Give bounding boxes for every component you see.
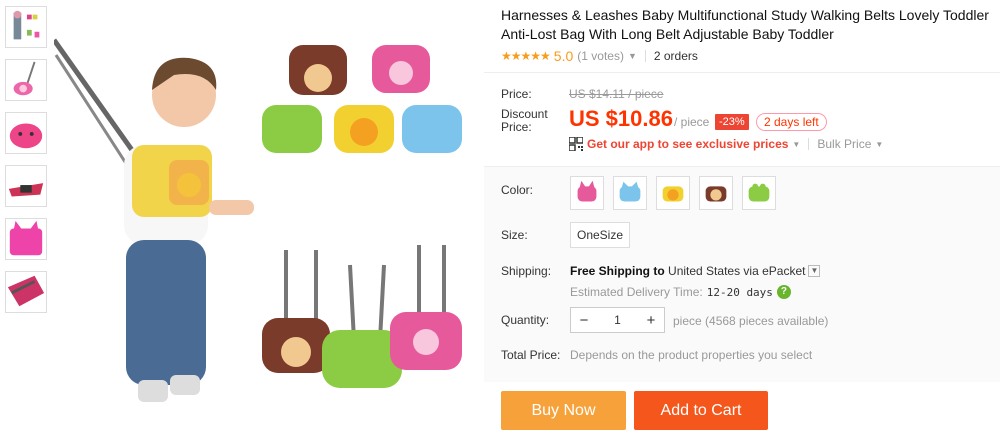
color-swatches: [570, 176, 776, 210]
pieces-available: piece (4568 pieces available): [673, 314, 829, 328]
thumbnail-list: [5, 6, 49, 324]
shipping-to-text: to: [653, 264, 665, 278]
divider: [644, 50, 646, 62]
original-price: US $14.11 / piece: [569, 87, 664, 101]
discount-label: Discount: [501, 107, 548, 121]
color-swatch-pink[interactable]: [570, 176, 604, 210]
quantity-input[interactable]: 1: [614, 313, 621, 327]
shipping-destination[interactable]: United States: [668, 264, 740, 278]
size-label: Size:: [501, 228, 528, 242]
app-promo-row: Get our app to see exclusive prices ▼ Bu…: [569, 137, 891, 151]
main-product-image: [54, 0, 484, 434]
free-shipping-text: Free Shipping: [570, 264, 651, 278]
votes-link[interactable]: (1 votes): [577, 49, 624, 63]
total-price-text: Depends on the product properties you se…: [570, 348, 813, 362]
increase-quantity-button[interactable]: +: [638, 312, 664, 329]
price-section: Price: US $14.11 / piece Discount Price:…: [484, 72, 1000, 164]
shipping-dropdown-icon[interactable]: ▼: [808, 265, 821, 277]
total-price-label: Total Price:: [501, 348, 561, 362]
quantity-label: Quantity:: [501, 313, 550, 327]
time-left-badge: 2 days left: [756, 113, 827, 131]
delivery-days: 12-20 days: [706, 285, 773, 299]
price-label: Price:: [501, 87, 532, 101]
discount-badge: -23%: [715, 114, 749, 130]
add-to-cart-button[interactable]: Add to Cart: [634, 391, 768, 430]
thumbnail-2[interactable]: [5, 59, 47, 101]
quantity-stepper: − 1 +: [570, 307, 665, 333]
shipping-carrier[interactable]: ePacket: [762, 264, 805, 278]
thumbnail-3[interactable]: [5, 112, 47, 154]
buy-now-button[interactable]: Buy Now: [501, 391, 626, 430]
product-info-panel: Harnesses & Leashes Baby Multifunctional…: [484, 0, 1000, 434]
chevron-down-icon[interactable]: ▼: [628, 51, 637, 61]
divider: [808, 138, 810, 150]
shipping-label: Shipping:: [501, 264, 552, 278]
thumbnail-5[interactable]: [5, 218, 47, 260]
shipping-via-text: via: [743, 264, 759, 278]
help-icon[interactable]: ?: [776, 285, 791, 299]
price-unit: / piece: [674, 115, 710, 129]
size-option-onesize[interactable]: OneSize: [570, 222, 631, 248]
color-swatch-brown[interactable]: [699, 176, 733, 210]
caret-down-icon: ▼: [875, 139, 884, 149]
app-promo-link[interactable]: Get our app to see exclusive prices: [587, 137, 788, 151]
product-page: Harnesses & Leashes Baby Multifunctional…: [0, 0, 1000, 434]
thumbnail-4[interactable]: [5, 165, 47, 207]
rating-row: ★★★★★ 5.0 (1 votes) ▼ 2 orders: [501, 48, 698, 64]
shipping-info: Free Shipping to United States via ePack…: [570, 264, 821, 278]
delivery-estimate: Estimated Delivery Time: 12-20 days ?: [570, 285, 791, 299]
star-rating-icon: ★★★★★: [501, 49, 551, 63]
discount-price-label: Price:: [501, 120, 532, 134]
thumbnail-1[interactable]: [5, 6, 47, 48]
product-title: Harnesses & Leashes Baby Multifunctional…: [501, 7, 989, 42]
thumbnail-6[interactable]: [5, 271, 47, 313]
delivery-label: Estimated Delivery Time:: [570, 285, 703, 299]
color-swatch-green[interactable]: [742, 176, 776, 210]
decrease-quantity-button[interactable]: −: [571, 312, 597, 329]
qr-code-icon: [569, 137, 583, 151]
caret-down-icon: ▼: [792, 139, 801, 149]
discount-price: US $10.86: [569, 106, 673, 131]
color-swatch-blue[interactable]: [613, 176, 647, 210]
color-label: Color:: [501, 183, 534, 197]
rating-score: 5.0: [553, 48, 574, 64]
orders-count: 2 orders: [653, 49, 698, 63]
color-swatch-yellow[interactable]: [656, 176, 690, 210]
bulk-price-link[interactable]: Bulk Price: [817, 137, 871, 151]
